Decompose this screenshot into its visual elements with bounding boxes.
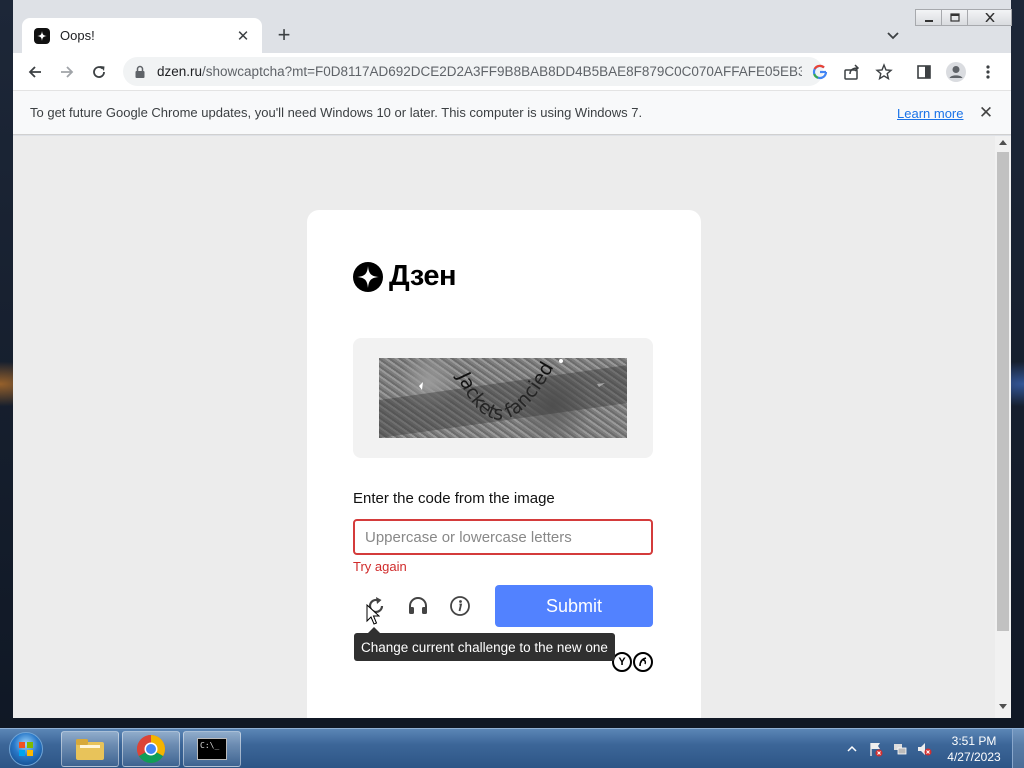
yandex-logo-icon: Y <box>612 652 632 672</box>
google-lens-icon[interactable] <box>811 63 829 81</box>
smartcaptcha-logo-icon <box>633 652 653 672</box>
network-icon[interactable] <box>892 741 908 757</box>
reload-button[interactable] <box>85 58 113 86</box>
svg-text:Jackets fancied: Jackets fancied <box>452 358 558 425</box>
info-button[interactable] <box>448 594 472 618</box>
error-message: Try again <box>353 559 407 574</box>
new-tab-button[interactable]: + <box>273 22 295 47</box>
close-window-button[interactable] <box>967 9 1012 26</box>
audio-challenge-button[interactable] <box>406 594 430 618</box>
taskbar-command-prompt[interactable]: C:\_ <box>183 731 241 767</box>
clock-time: 3:51 PM <box>951 734 997 748</box>
captcha-text-path: Jackets fancied <box>452 358 558 425</box>
side-panel-icon[interactable] <box>913 61 935 83</box>
address-bar[interactable]: dzen.ru/showcaptcha?mt=F0D8117AD692DCE2D… <box>123 57 828 86</box>
url-domain: dzen.ru <box>157 64 203 79</box>
lock-icon[interactable] <box>133 65 147 79</box>
url-path: /showcaptcha?mt=F0D8117AD692DCE2D2A3FF9B… <box>202 64 802 79</box>
windows-logo-icon <box>9 732 43 766</box>
captcha-answer-input[interactable] <box>353 519 653 555</box>
menu-kebab-icon[interactable] <box>977 61 999 83</box>
reload-icon <box>93 65 105 78</box>
show-hidden-icons-arrow-icon[interactable] <box>844 741 860 757</box>
infobar-message: To get future Google Chrome updates, you… <box>30 105 643 120</box>
chrome-icon <box>137 735 165 763</box>
browser-window: Oops! ✕ + dzen.ru/showcaptcha?mt=F0D8117… <box>13 0 1012 718</box>
refresh-tooltip: Change current challenge to the new one <box>354 627 615 661</box>
update-infobar: To get future Google Chrome updates, you… <box>13 90 1011 135</box>
browser-toolbar: dzen.ru/showcaptcha?mt=F0D8117AD692DCE2D… <box>13 53 1011 90</box>
dzen-star-icon <box>353 261 383 292</box>
tab-active[interactable]: Oops! ✕ <box>22 18 262 53</box>
tab-title: Oops! <box>60 28 95 43</box>
info-icon <box>450 596 470 616</box>
submit-button[interactable]: Submit <box>495 585 653 627</box>
headphones-icon <box>409 597 427 614</box>
windows-taskbar: C:\_ 3:51 PM 4/27/2023 <box>0 728 1024 768</box>
action-center-flag-icon[interactable] <box>868 741 884 757</box>
scroll-up-arrow-icon[interactable] <box>999 140 1007 145</box>
captcha-image: Jackets fancied <box>379 358 627 438</box>
forward-arrow-icon <box>61 65 74 78</box>
tab-strip: Oops! ✕ + <box>13 0 1012 53</box>
clock-date: 4/27/2023 <box>947 750 1001 764</box>
forward-button[interactable] <box>53 58 81 86</box>
captcha-container: Jackets fancied <box>353 338 653 458</box>
tab-close-icon[interactable]: ✕ <box>234 27 252 45</box>
scroll-down-arrow-icon[interactable] <box>999 704 1007 709</box>
url-text[interactable]: dzen.ru/showcaptcha?mt=F0D8117AD692DCE2D… <box>157 64 802 79</box>
brand-name: Дзен <box>389 260 457 292</box>
taskbar-clock[interactable]: 3:51 PM 4/27/2023 <box>942 733 1006 765</box>
restore-button[interactable] <box>941 9 968 26</box>
taskbar-chrome[interactable] <box>122 731 180 767</box>
system-tray <box>844 729 940 768</box>
tab-search-chevron-icon[interactable] <box>885 27 901 43</box>
dzen-favicon-icon <box>34 27 50 44</box>
volume-muted-icon[interactable] <box>916 741 932 757</box>
show-desktop-button[interactable] <box>1012 729 1024 768</box>
taskbar-file-explorer[interactable] <box>61 731 119 767</box>
bookmark-star-icon[interactable] <box>873 61 895 83</box>
cmd-icon: C:\_ <box>197 738 227 760</box>
captcha-instruction: Enter the code from the image <box>353 490 555 507</box>
back-button[interactable] <box>21 58 49 86</box>
infobar-close-icon[interactable]: ✕ <box>977 103 995 122</box>
captcha-distorted-text: Jackets fancied <box>419 358 605 425</box>
yandex-smartcaptcha-badge[interactable]: Y <box>611 652 653 672</box>
back-arrow-icon <box>28 65 41 78</box>
folder-icon <box>76 739 104 760</box>
window-controls <box>915 9 1012 26</box>
start-button[interactable] <box>4 731 48 767</box>
page-scrollbar[interactable] <box>995 136 1011 718</box>
minimize-button[interactable] <box>915 9 942 26</box>
share-icon[interactable] <box>841 61 863 83</box>
page-content: Дзен Jackets fancied Enter the code from… <box>13 136 995 718</box>
dzen-logo: Дзен <box>353 260 457 293</box>
scroll-thumb[interactable] <box>997 152 1009 631</box>
learn-more-link[interactable]: Learn more <box>897 106 963 121</box>
profile-avatar-icon[interactable] <box>945 61 967 83</box>
mouse-cursor-icon <box>366 604 380 625</box>
